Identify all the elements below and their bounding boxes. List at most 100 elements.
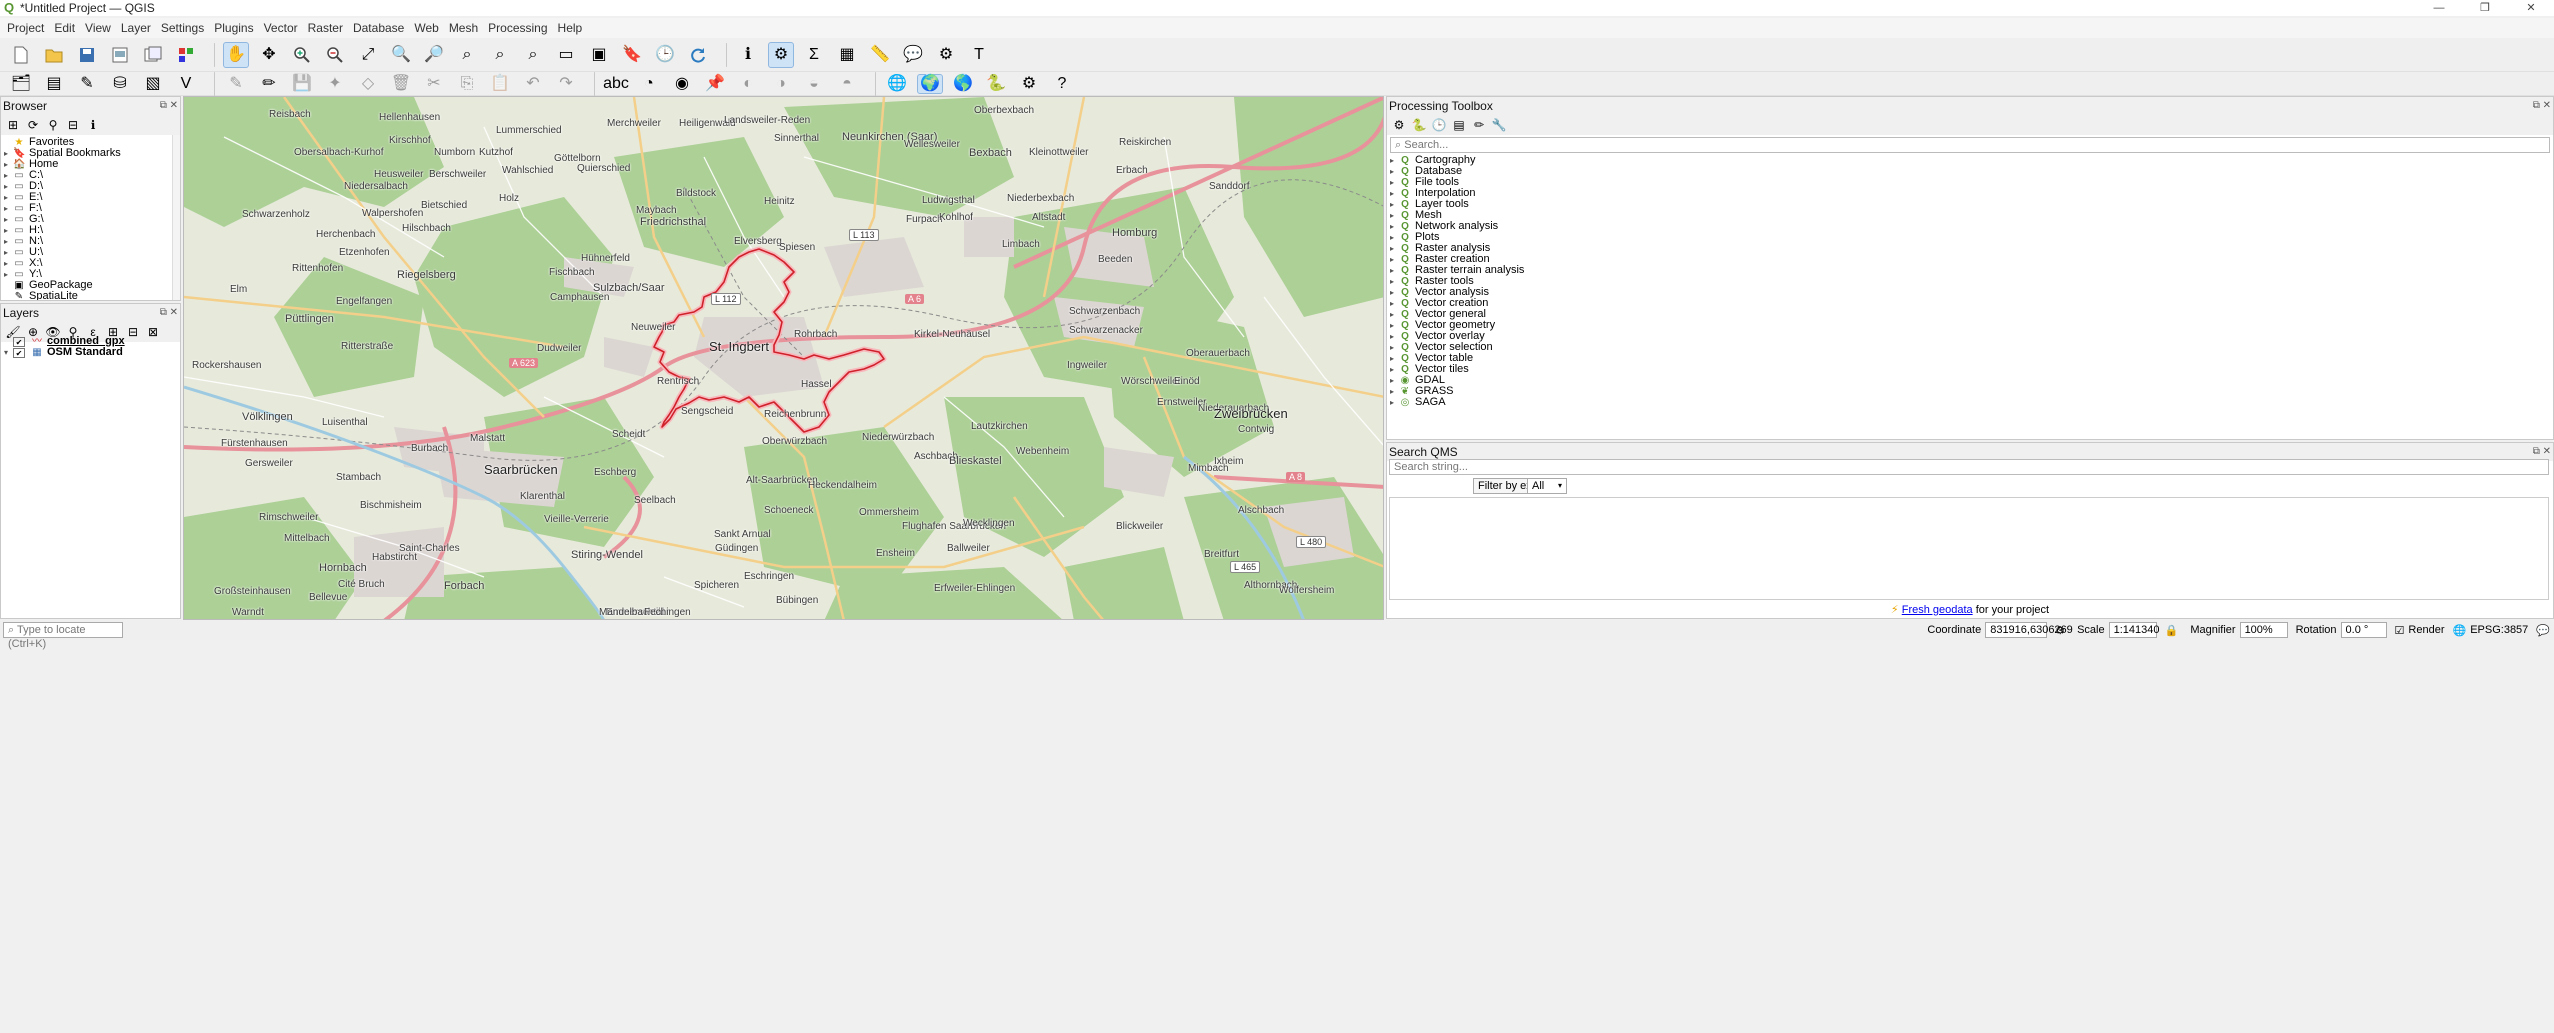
redo-icon[interactable]: ↷ — [553, 74, 579, 94]
zoom-full-icon[interactable]: ⤢ — [355, 42, 381, 68]
results-viewer-icon[interactable]: ▤ — [1451, 117, 1467, 133]
expand-arrow-icon[interactable]: ▸ — [1387, 298, 1397, 309]
digitize-icon[interactable]: ✦ — [322, 74, 348, 94]
expand-arrow-icon[interactable]: ▸ — [1387, 397, 1397, 408]
expand-arrow-icon[interactable]: ▸ — [1, 236, 11, 247]
expand-arrow-icon[interactable]: ▸ — [1387, 276, 1397, 287]
qms-filter-select[interactable]: All ▾ — [1527, 478, 1567, 494]
processing-group[interactable]: ▸ Q Layer tools — [1387, 199, 2553, 210]
attribute-table-icon[interactable]: ▦ — [834, 42, 860, 68]
expand-arrow-icon[interactable]: ▸ — [1387, 331, 1397, 342]
processing-group[interactable]: ▸ Q Vector table — [1387, 353, 2553, 364]
browser-item[interactable]: ▸ ▭ X:\ — [1, 258, 180, 269]
expand-arrow-icon[interactable]: ▸ — [1387, 364, 1397, 375]
label-toolbar-icon[interactable]: abc — [603, 74, 629, 94]
maximize-button[interactable]: ❐ — [2462, 0, 2508, 16]
layer-visibility-checkbox[interactable]: ✔ — [13, 347, 25, 358]
expand-arrow-icon[interactable]: ▸ — [1387, 221, 1397, 232]
expand-arrow-icon[interactable]: ▸ — [1, 203, 11, 214]
delete-selected-icon[interactable]: 🗑 — [388, 74, 414, 94]
expand-arrow-icon[interactable]: ▸ — [1387, 353, 1397, 364]
filter-icon[interactable]: ⚲ — [45, 117, 61, 133]
processing-group[interactable]: ▸ Q Raster tools — [1387, 276, 2553, 287]
current-edits-icon[interactable]: ✎ — [223, 74, 249, 94]
processing-group[interactable]: ▸ Q File tools — [1387, 177, 2553, 188]
expand-arrow-icon[interactable]: ▸ — [1387, 287, 1397, 298]
minimize-button[interactable]: — — [2416, 0, 2462, 16]
browser-item[interactable]: ▸ 🔖 Spatial Bookmarks — [1, 148, 180, 159]
new-project-icon[interactable] — [8, 42, 34, 68]
menu-plugins[interactable]: Plugins — [209, 21, 258, 35]
models-icon[interactable]: ⚙ — [1391, 117, 1407, 133]
zoom-native-resolution-icon[interactable]: ⌕ — [454, 42, 480, 68]
processing-group[interactable]: ▸ Q Vector geometry — [1387, 320, 2553, 331]
paste-features-icon[interactable]: 📋 — [487, 74, 513, 94]
new-print-layout-icon[interactable] — [107, 42, 133, 68]
expand-arrow-icon[interactable]: ▸ — [1387, 155, 1397, 166]
layer-visibility-checkbox[interactable]: ✔ — [13, 336, 25, 347]
new-geopackage-layer-icon[interactable]: ▤ — [41, 74, 67, 94]
spatial-bookmark-icon[interactable]: 🔖 — [619, 42, 645, 68]
expand-arrow-icon[interactable]: ▸ — [1387, 254, 1397, 265]
new-shapefile-layer-icon[interactable]: ✎ — [74, 74, 100, 94]
processing-group[interactable]: ▸ Q Cartography — [1387, 155, 2553, 166]
fresh-geodata-link[interactable]: Fresh geodata — [1902, 604, 1973, 616]
pan-to-selection-icon[interactable]: ✥ — [256, 42, 282, 68]
processing-group[interactable]: ▸ Q Vector analysis — [1387, 287, 2553, 298]
new-virtual-layer-icon[interactable]: V — [173, 74, 199, 94]
menu-database[interactable]: Database — [348, 21, 409, 35]
select-features-icon[interactable]: ⚙ — [768, 41, 794, 68]
move-label-icon[interactable]: ◑ — [768, 74, 794, 94]
style-manager-icon[interactable] — [173, 42, 199, 68]
expand-arrow-icon[interactable]: ▸ — [1387, 265, 1397, 276]
expand-arrow-icon[interactable]: ▾ — [1, 347, 11, 358]
render-checkbox[interactable]: ☑ — [2395, 624, 2405, 637]
help-icon[interactable]: ? — [1049, 74, 1075, 94]
processing-group[interactable]: ▸ Q Mesh — [1387, 210, 2553, 221]
processing-group[interactable]: ▸ Q Raster creation — [1387, 254, 2553, 265]
panel-controls[interactable]: ⧉ ✕ — [160, 304, 178, 322]
processing-group[interactable]: ▸ Q Vector overlay — [1387, 331, 2553, 342]
temporal-controller-icon[interactable]: 🕒 — [652, 42, 678, 68]
expand-arrow-icon[interactable]: ▸ — [1387, 342, 1397, 353]
panel-controls[interactable]: ⧉ ✕ — [2533, 97, 2551, 115]
magnifier-field[interactable]: 100% — [2239, 622, 2288, 638]
expand-arrow-icon[interactable]: ▸ — [1, 181, 11, 192]
menu-mesh[interactable]: Mesh — [444, 21, 483, 35]
messages-icon[interactable]: 💬 — [2536, 624, 2550, 637]
processing-group[interactable]: ▸ Q Vector creation — [1387, 298, 2553, 309]
menu-raster[interactable]: Raster — [303, 21, 348, 35]
history-icon[interactable]: 🕒 — [1431, 117, 1447, 133]
crs-icon[interactable]: 🌐 — [2453, 624, 2467, 637]
expand-arrow-icon[interactable]: ▸ — [1387, 232, 1397, 243]
zoom-next-icon[interactable]: ⌕ — [520, 42, 546, 68]
scripts-icon[interactable]: 🐍 — [1411, 117, 1427, 133]
expand-arrow-icon[interactable]: ▸ — [1387, 166, 1397, 177]
processing-group[interactable]: ▸ ◎ SAGA — [1387, 397, 2553, 408]
locator-input[interactable]: ⌕ Type to locate (Ctrl+K) — [3, 622, 123, 650]
browser-item[interactable]: ▣ GeoPackage — [1, 280, 180, 291]
processing-history-icon[interactable]: ⚙ — [1016, 74, 1042, 94]
layout-manager-icon[interactable] — [140, 42, 166, 68]
processing-group[interactable]: ▸ ❦ GRASS — [1387, 386, 2553, 397]
map-canvas[interactable]: Reisbach Hellenhausen Lummerschied Merchwei… — [183, 96, 1384, 620]
data-source-manager-icon[interactable]: 🗂 — [8, 74, 34, 94]
expand-arrow-icon[interactable]: ▸ — [1387, 375, 1397, 386]
zoom-last-icon[interactable]: ⌕ — [487, 42, 513, 68]
refresh-icon[interactable]: ⟳ — [25, 117, 41, 133]
processing-group[interactable]: ▸ Q Network analysis — [1387, 221, 2553, 232]
zoom-to-selection-icon[interactable]: 🔍 — [388, 42, 414, 68]
refresh-icon[interactable] — [685, 42, 711, 68]
zoom-to-layer-icon[interactable]: 🔎 — [421, 42, 447, 68]
open-project-icon[interactable] — [41, 42, 67, 68]
scale-field[interactable]: 1:141340 — [2108, 622, 2160, 638]
processing-search-input[interactable]: ⌕ Search... — [1390, 137, 2550, 153]
processing-group[interactable]: ▸ Q Database — [1387, 166, 2553, 177]
browser-item[interactable]: ▸ ▭ G:\ — [1, 214, 180, 225]
osm-icon[interactable]: 🌎 — [950, 74, 976, 94]
expand-arrow-icon[interactable]: ▸ — [1387, 386, 1397, 397]
browser-item[interactable]: ▸ ▭ C:\ — [1, 170, 180, 181]
qms-icon[interactable]: 🌐 — [884, 74, 910, 94]
menu-processing[interactable]: Processing — [483, 21, 552, 35]
collapse-all-icon[interactable]: ⊟ — [65, 117, 81, 133]
